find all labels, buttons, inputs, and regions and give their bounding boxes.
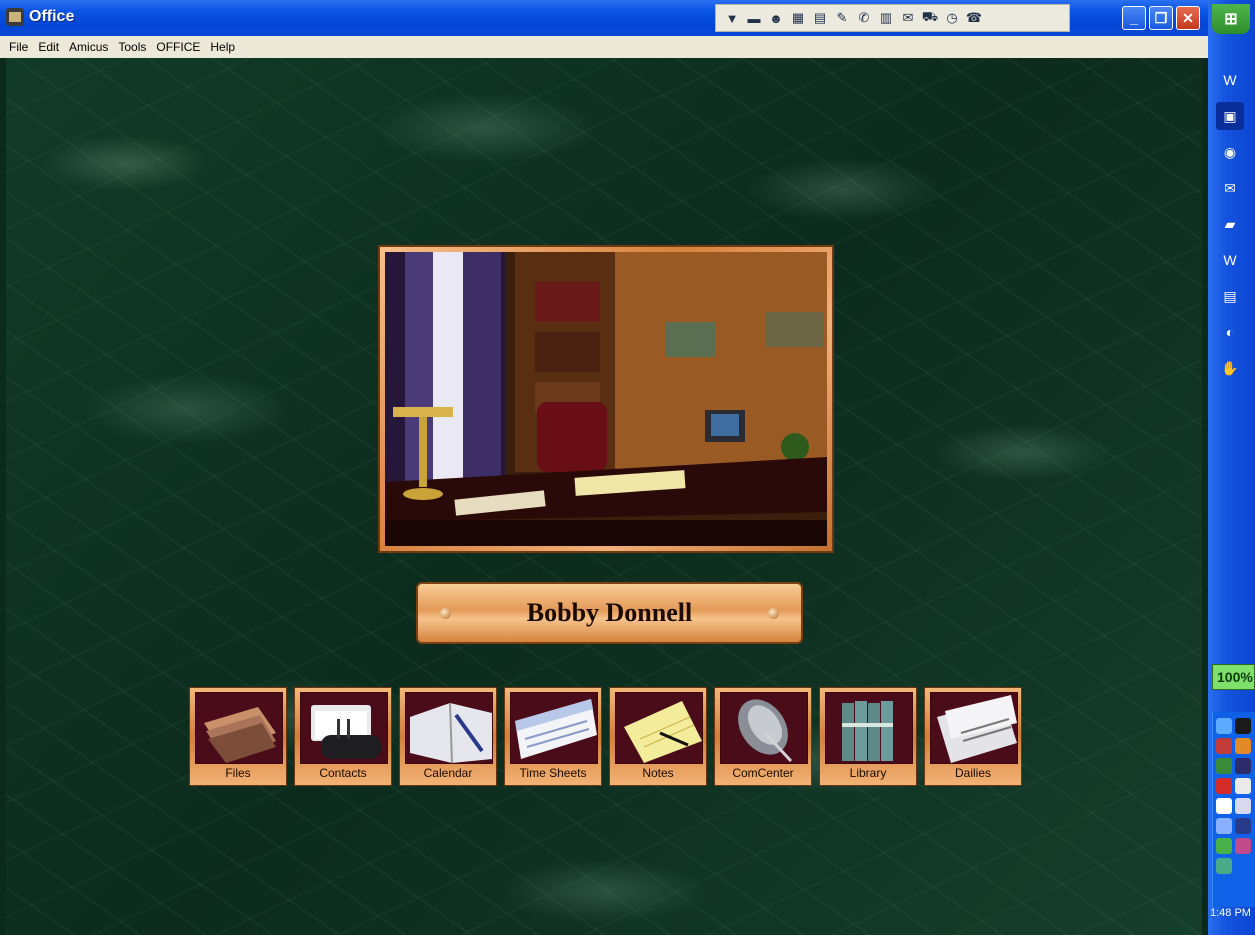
security-icon[interactable] (1216, 738, 1232, 754)
mail-icon[interactable]: ✉ (1216, 174, 1244, 202)
folder-icon[interactable]: ▰ (1216, 210, 1244, 238)
media-player-icon[interactable] (1235, 818, 1251, 834)
tile-notes[interactable]: Notes (609, 687, 707, 786)
telephone-icon[interactable]: ☎ (966, 10, 982, 26)
app-icon[interactable]: ◉ (1216, 138, 1244, 166)
name-plate: Bobby Donnell (416, 582, 803, 644)
tile-contacts[interactable]: Contacts (294, 687, 392, 786)
tile-calendar[interactable]: Calendar (399, 687, 497, 786)
quick-launch-toolbar: ▼ ▬ ☻ ▦ ▤ ✎ ✆ ▥ ✉ ⛟ ◷ ☎ (715, 4, 1070, 32)
start-button[interactable]: ⊞ (1212, 4, 1250, 34)
office-scene-illustration (385, 252, 827, 546)
update-icon[interactable] (1216, 758, 1232, 774)
office-picture-frame (380, 247, 832, 551)
office-photo (385, 252, 827, 546)
notes-icon[interactable]: ▤ (812, 10, 828, 26)
close-button[interactable]: ✕ (1176, 6, 1200, 30)
menu-amicus[interactable]: Amicus (68, 40, 109, 54)
window-title: Office (29, 8, 75, 25)
powerpoint-icon[interactable]: ▤ (1216, 282, 1244, 310)
menu-office[interactable]: OFFICE (155, 40, 201, 54)
tile-dailies[interactable]: Dailies (924, 687, 1022, 786)
menu-tools[interactable]: Tools (117, 40, 147, 54)
restore-button[interactable]: ❐ (1149, 6, 1173, 30)
title-bar: Office ▼ ▬ ☻ ▦ ▤ ✎ ✆ ▥ ✉ ⛟ ◷ ☎ _ ❐ ✕ (0, 0, 1208, 36)
tile-comcenter[interactable]: ComCenter (714, 687, 812, 786)
rivet-right (768, 608, 779, 619)
contact-icon[interactable]: ☻ (768, 10, 784, 26)
sync-icon[interactable] (1235, 738, 1251, 754)
firefox-icon[interactable]: ◐ (1216, 318, 1244, 346)
user-name: Bobby Donnell (526, 598, 693, 627)
menu-bar: File Edit Amicus Tools OFFICE Help (0, 36, 1208, 58)
bluetooth-icon[interactable] (1216, 798, 1232, 814)
menu-help[interactable]: Help (209, 40, 236, 54)
utility-icon[interactable] (1216, 858, 1232, 874)
menu-edit[interactable]: Edit (37, 40, 60, 54)
calendar-icon[interactable]: ▦ (790, 10, 806, 26)
display-icon[interactable] (1235, 798, 1251, 814)
folder-icon[interactable]: ▬ (746, 10, 762, 26)
tile-label: Time Sheets (519, 766, 587, 780)
edit-icon[interactable]: ✎ (834, 10, 850, 26)
signal-icon[interactable] (1235, 718, 1251, 734)
dropdown-arrow-icon[interactable]: ▼ (724, 10, 740, 26)
car-icon[interactable]: ⛟ (922, 9, 938, 26)
tile-files[interactable]: Files (189, 687, 287, 786)
hand-icon[interactable]: ✋ (1216, 354, 1244, 382)
rolodex-icon (300, 692, 388, 764)
battery-indicator[interactable]: 100% (1212, 664, 1255, 690)
tile-label: Calendar (423, 766, 473, 780)
notepad-icon (615, 692, 703, 764)
office-desktop: Bobby Donnell Files Contacts Calendar Ti… (6, 58, 1202, 935)
files-icon (195, 692, 283, 764)
tile-label: Files (225, 766, 251, 780)
tile-label: Notes (642, 766, 674, 780)
books-icon (825, 692, 913, 764)
tile-label: Contacts (319, 766, 367, 780)
system-tray (1212, 712, 1255, 907)
network-icon[interactable] (1216, 718, 1232, 734)
satellite-dish-icon (720, 692, 808, 764)
tile-label: ComCenter (732, 766, 794, 780)
time-sheet-icon (510, 692, 598, 764)
newspaper-icon (930, 692, 1018, 764)
office-app-icon[interactable] (6, 8, 24, 26)
minimize-button[interactable]: _ (1122, 6, 1146, 30)
rivet-left (440, 608, 451, 619)
tile-library[interactable]: Library (819, 687, 917, 786)
menu-file[interactable]: File (8, 40, 29, 54)
phone-icon[interactable]: ✆ (856, 10, 872, 26)
calendar-book-icon (405, 692, 493, 764)
library-icon[interactable]: ▥ (878, 10, 894, 26)
money-icon[interactable]: ✉ (900, 10, 916, 26)
word-document-icon[interactable]: W (1216, 246, 1244, 274)
timer-icon[interactable]: ◷ (944, 10, 960, 26)
printer-icon[interactable] (1235, 758, 1251, 774)
people-icon[interactable] (1235, 838, 1251, 854)
office-app-taskbar-icon[interactable]: ▣ (1216, 102, 1244, 130)
tile-label: Library (849, 766, 887, 780)
connection-icon[interactable] (1216, 818, 1232, 834)
tile-label: Dailies (954, 766, 991, 780)
antivirus-icon[interactable] (1216, 778, 1232, 794)
shield-icon[interactable] (1216, 838, 1232, 854)
word-icon[interactable]: W (1216, 66, 1244, 94)
tile-time-sheets[interactable]: Time Sheets (504, 687, 602, 786)
volume-icon[interactable] (1235, 778, 1251, 794)
clock[interactable]: 1:48 PM (1210, 907, 1251, 919)
